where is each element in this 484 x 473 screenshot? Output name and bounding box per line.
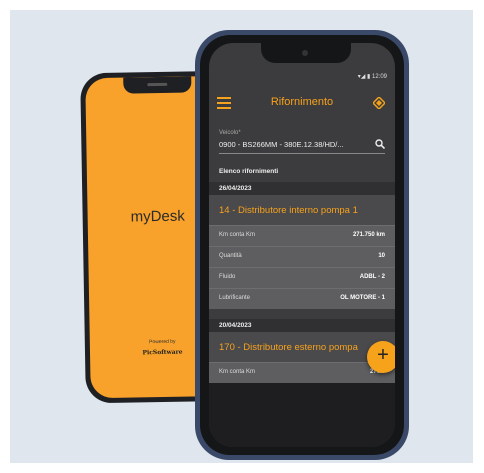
row-value: OL MOTORE - 1 <box>340 295 385 301</box>
date-label: 26/04/2023 <box>219 185 252 192</box>
diamond-icon[interactable] <box>373 97 385 109</box>
status-bar: ▾◢ ▮ 12:09 <box>357 74 387 80</box>
date-header: 26/04/2023 <box>209 182 395 195</box>
page-title: Rifornimento <box>270 96 334 108</box>
row-value: ADBL - 2 <box>359 274 385 280</box>
row-label: Fluido <box>219 274 236 280</box>
row-label: Km conta Km <box>219 232 256 238</box>
detail-row: Fluido ADBL - 2 <box>209 267 395 288</box>
vehicle-label: Veicolo* <box>219 130 241 136</box>
add-button[interactable]: + <box>367 341 395 373</box>
card-title-label: 170 - Distributore esterno pompa <box>219 342 358 353</box>
detail-row: Lubrificante OL MOTORE - 1 <box>209 288 395 309</box>
plus-icon: + <box>377 344 389 366</box>
date-header: 20/04/2023 <box>209 319 395 332</box>
date-label: 20/04/2023 <box>219 322 252 329</box>
row-value: 271.750 km <box>352 232 385 238</box>
back-notch <box>123 76 192 94</box>
search-icon[interactable] <box>375 139 385 149</box>
row-label: Km conta Km <box>219 369 256 375</box>
list-title: Elenco rifornimenti <box>219 168 279 175</box>
speaker <box>147 82 168 87</box>
app-bar: Rifornimento <box>209 87 395 121</box>
camera-icon <box>302 50 308 56</box>
empty-area <box>209 383 395 447</box>
detail-row: Quantità 10 <box>209 246 395 267</box>
brand-name: myDesk <box>130 207 185 226</box>
front-notch <box>261 43 351 63</box>
detail-row: Km conta Km 271.750 km <box>209 225 395 246</box>
row-value: 10 <box>378 253 385 259</box>
vehicle-field[interactable]: 0900 - BS266MM - 380E.12.38/HD/... <box>219 140 379 149</box>
refuel-card-title[interactable]: 14 - Distributore interno pompa 1 <box>209 195 395 225</box>
row-label: Quantità <box>219 253 242 259</box>
vehicle-underline <box>219 153 385 154</box>
card-title-label: 14 - Distributore interno pompa 1 <box>219 205 358 216</box>
front-bezel: ▾◢ ▮ 12:09 Rifornimento Veicolo* 0900 - … <box>200 35 404 455</box>
app-screen: ▾◢ ▮ 12:09 Rifornimento Veicolo* 0900 - … <box>209 43 395 447</box>
front-phone: ▾◢ ▮ 12:09 Rifornimento Veicolo* 0900 - … <box>195 30 409 460</box>
row-label: Lubrificante <box>219 295 251 301</box>
